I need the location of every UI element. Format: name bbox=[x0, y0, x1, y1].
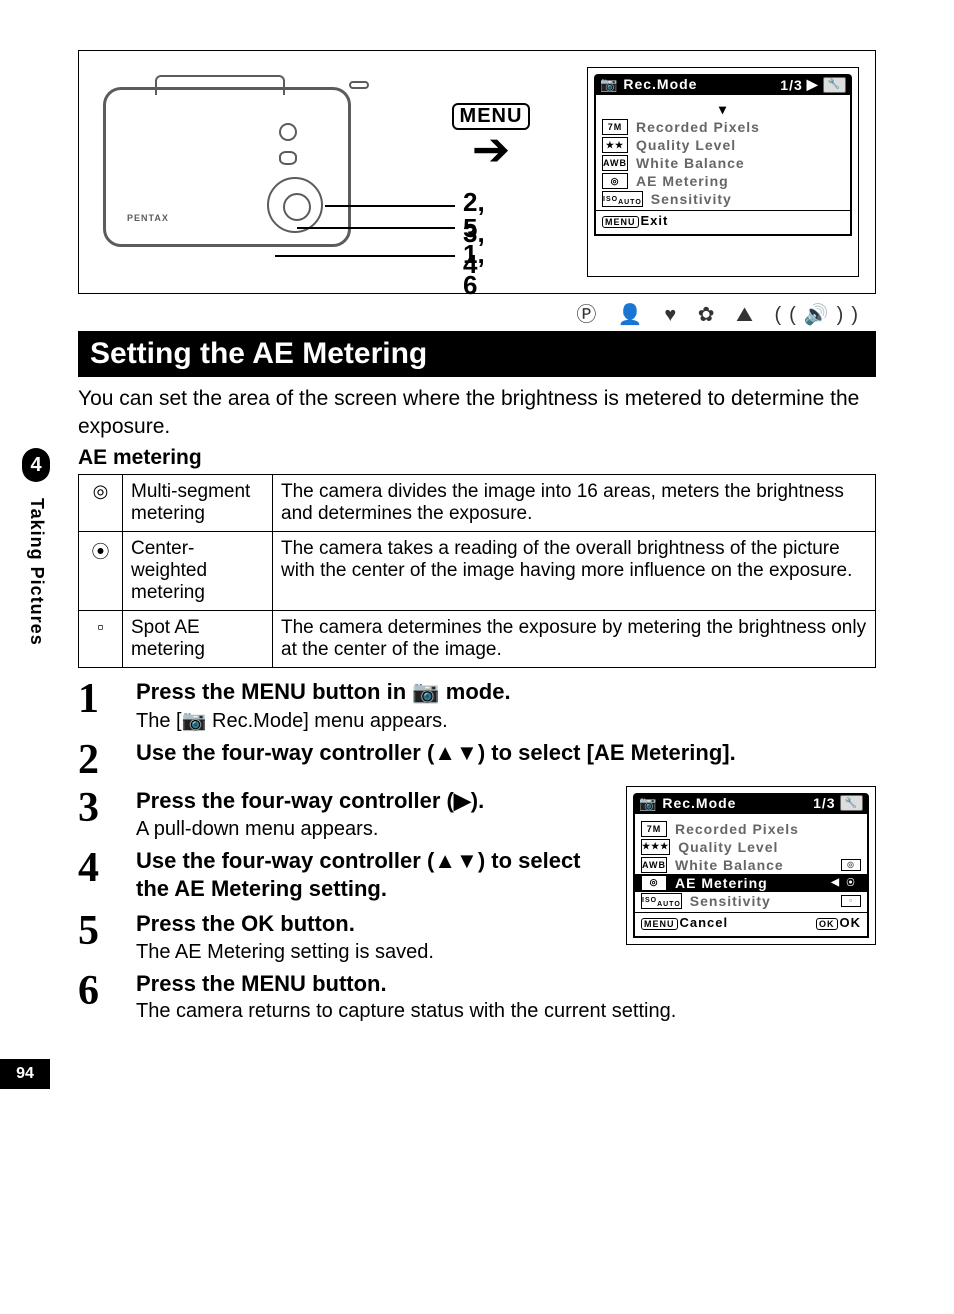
menu-item: White Balance bbox=[636, 155, 745, 171]
menu-item: Quality Level bbox=[636, 137, 736, 153]
metering-icon: ⦿ bbox=[79, 531, 123, 610]
step: 6 Press the MENU button. The camera retu… bbox=[78, 970, 876, 1024]
metering-desc: The camera takes a reading of the overal… bbox=[273, 531, 876, 610]
tools-icon: 🔧 bbox=[823, 77, 846, 93]
sub-heading: AE metering bbox=[78, 446, 876, 470]
tools-icon: 🔧 bbox=[840, 795, 863, 811]
menu-item: Quality Level bbox=[678, 839, 778, 855]
metering-name: Spot AE metering bbox=[123, 610, 273, 667]
lcd-footer-left: Exit bbox=[641, 213, 669, 228]
table-row: ⦿ Center-weighted metering The camera ta… bbox=[79, 531, 876, 610]
ae-table: ◎ Multi-segment metering The camera divi… bbox=[78, 474, 876, 668]
lcd-page-indicator: 1/3 bbox=[780, 77, 802, 93]
step: 2 Use the four-way controller (▲▼) to se… bbox=[78, 739, 876, 781]
camera-brand: PENTAX bbox=[127, 213, 169, 223]
left-arrow-icon: ◀ bbox=[831, 877, 840, 888]
option-icon: ◎ bbox=[841, 859, 861, 871]
ok-badge-small: OK bbox=[816, 918, 838, 930]
step-title: Use the four-way controller (▲▼) to sele… bbox=[136, 847, 596, 904]
menu-item: AE Metering bbox=[636, 173, 729, 189]
lcd-footer-left: Cancel bbox=[680, 915, 729, 930]
play-icon: ▶ bbox=[807, 76, 819, 93]
camera-icon: 📷 bbox=[600, 76, 618, 92]
camera-icon: 📷 bbox=[182, 710, 207, 732]
menu-badge-small: MENU bbox=[602, 216, 639, 228]
steps: 1 Press the MENU button in 📷 mode. The [… bbox=[78, 678, 876, 1024]
item-icon: ★★ bbox=[602, 137, 628, 153]
item-icon: 7M bbox=[641, 821, 667, 837]
menu-arrow: MENU ➔ bbox=[411, 67, 571, 277]
metering-name: Multi-segment metering bbox=[123, 474, 273, 531]
lcd-top: 📷 Rec.Mode 1/3 ▶ 🔧 ▾ 7M Recorded Pixels ★… bbox=[587, 67, 859, 277]
metering-icon: ◎ bbox=[79, 474, 123, 531]
intro-text: You can set the area of the screen where… bbox=[78, 385, 876, 442]
step-desc: The [📷 Rec.Mode] menu appears. bbox=[136, 708, 876, 733]
lcd-page-indicator: 1/3 bbox=[813, 795, 835, 811]
menu-item: White Balance bbox=[675, 857, 784, 873]
menu-item: Sensitivity bbox=[651, 191, 732, 207]
step-desc: A pull-down menu appears. bbox=[136, 818, 606, 841]
step-number: 5 bbox=[78, 910, 118, 964]
item-icon: ◎ bbox=[602, 173, 628, 189]
menu-item: Sensitivity bbox=[690, 893, 771, 909]
table-row: ▫ Spot AE metering The camera determines… bbox=[79, 610, 876, 667]
item-icon: ◎ bbox=[641, 875, 667, 891]
camera-diagram: PENTAX 2, 3, 4 5 1, 6 bbox=[95, 67, 395, 277]
item-icon: AWB bbox=[641, 857, 667, 873]
section-heading: Setting the AE Metering bbox=[78, 331, 876, 377]
menu-item: Recorded Pixels bbox=[675, 821, 799, 837]
menu-badge-small: MENU bbox=[641, 918, 678, 930]
step-title: Press the MENU button. bbox=[136, 970, 876, 999]
down-arrow-icon: ▾ bbox=[596, 101, 850, 118]
metering-desc: The camera determines the exposure by me… bbox=[273, 610, 876, 667]
metering-name: Center-weighted metering bbox=[123, 531, 273, 610]
metering-icon: ▫ bbox=[79, 610, 123, 667]
arrow-icon: ➔ bbox=[472, 136, 511, 164]
menu-item-selected: AE Metering bbox=[675, 875, 768, 891]
step-desc: The camera returns to capture status wit… bbox=[136, 1000, 876, 1023]
option-icon-selected: ⦿ bbox=[841, 877, 861, 889]
step-number: 4 bbox=[78, 847, 118, 904]
item-icon: ISOAUTO bbox=[602, 191, 643, 207]
step: 1 Press the MENU button in 📷 mode. The [… bbox=[78, 678, 876, 734]
lcd-title: Rec.Mode bbox=[662, 795, 736, 811]
step-number: 2 bbox=[78, 739, 118, 781]
item-icon: ISOAUTO bbox=[641, 893, 682, 909]
callout-c: 1, 6 bbox=[463, 239, 485, 301]
step-title: Press the four-way controller (▶). bbox=[136, 787, 606, 816]
step-number: 3 bbox=[78, 787, 118, 841]
lcd-bottom: 📷 Rec.Mode 1/3 🔧 7M Recorded Pixels ★★★ Qu… bbox=[626, 786, 876, 945]
menu-item: Recorded Pixels bbox=[636, 119, 760, 135]
step-title: Use the four-way controller (▲▼) to sele… bbox=[136, 739, 856, 768]
figure-box: PENTAX 2, 3, 4 5 1, 6 MENU ➔ 📷 Rec.Mode … bbox=[78, 50, 876, 294]
metering-desc: The camera divides the image into 16 are… bbox=[273, 474, 876, 531]
item-icon: AWB bbox=[602, 155, 628, 171]
camera-icon: 📷 bbox=[639, 795, 657, 811]
option-icon: ▫ bbox=[841, 895, 861, 907]
item-icon: ★★★ bbox=[641, 839, 670, 855]
step-number: 6 bbox=[78, 970, 118, 1024]
step-title: Press the MENU button in 📷 mode. bbox=[136, 678, 876, 707]
page-number: 94 bbox=[0, 1059, 50, 1089]
table-row: ◎ Multi-segment metering The camera divi… bbox=[79, 474, 876, 531]
step-number: 1 bbox=[78, 678, 118, 734]
camera-icon: 📷 bbox=[412, 679, 439, 704]
lcd-footer-right: OK bbox=[840, 915, 862, 930]
chapter-number-tab: 4 bbox=[22, 448, 50, 482]
lcd-title: Rec.Mode bbox=[623, 76, 697, 92]
chapter-title-side: Taking Pictures bbox=[26, 498, 47, 646]
item-icon: 7M bbox=[602, 119, 628, 135]
